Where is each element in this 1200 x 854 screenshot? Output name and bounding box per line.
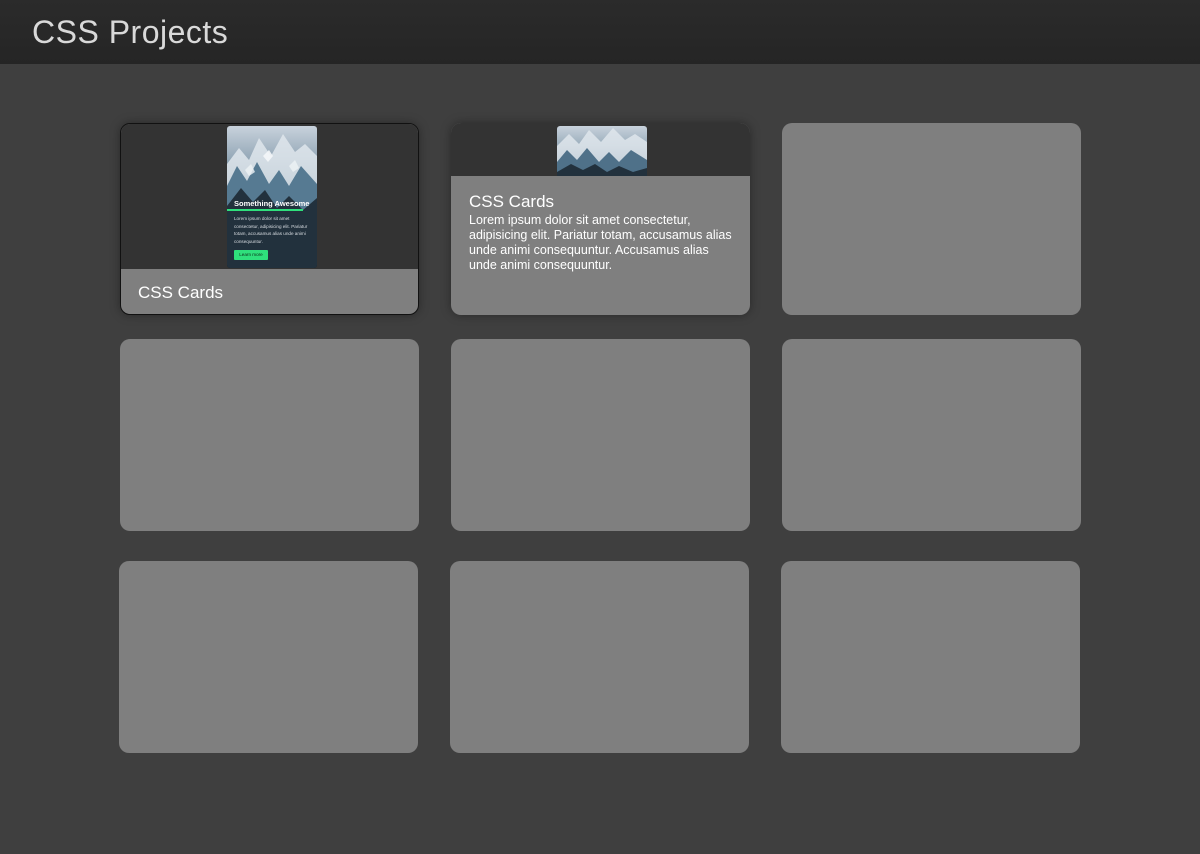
project-card-placeholder[interactable] [119, 561, 418, 753]
project-card-placeholder[interactable] [451, 339, 750, 531]
mini-card-title: Something Awesome [234, 199, 310, 208]
top-bar: CSS Projects [0, 0, 1200, 64]
card-description: Lorem ipsum dolor sit amet consectetur, … [469, 213, 732, 272]
project-card-placeholder[interactable] [450, 561, 749, 753]
page-title: CSS Projects [32, 14, 229, 50]
project-card-css-cards[interactable]: Something Awesome Lorem ipsum dolor sit … [120, 123, 419, 315]
project-card-placeholder[interactable] [781, 561, 1080, 753]
card-preview: Something Awesome Lorem ipsum dolor sit … [121, 124, 418, 269]
project-card-placeholder[interactable] [782, 339, 1081, 531]
project-card-placeholder[interactable] [120, 339, 419, 531]
mini-card-underline [227, 209, 303, 211]
card-thumbnail [557, 126, 647, 176]
project-card-css-cards-expanded[interactable]: CSS Cards Lorem ipsum dolor sit amet con… [451, 123, 750, 315]
mountain-image [227, 134, 317, 268]
project-card-placeholder[interactable] [782, 123, 1081, 315]
card-image-header [451, 123, 750, 176]
learn-more-button[interactable]: Learn more [234, 250, 268, 260]
mini-card-text: Lorem ipsum dolor sit amet consectetur, … [234, 216, 308, 244]
card-title: CSS Cards [469, 192, 555, 211]
card-title: CSS Cards [138, 283, 224, 302]
mini-card-preview: Something Awesome Lorem ipsum dolor sit … [227, 126, 317, 268]
mountain-image [557, 128, 647, 176]
